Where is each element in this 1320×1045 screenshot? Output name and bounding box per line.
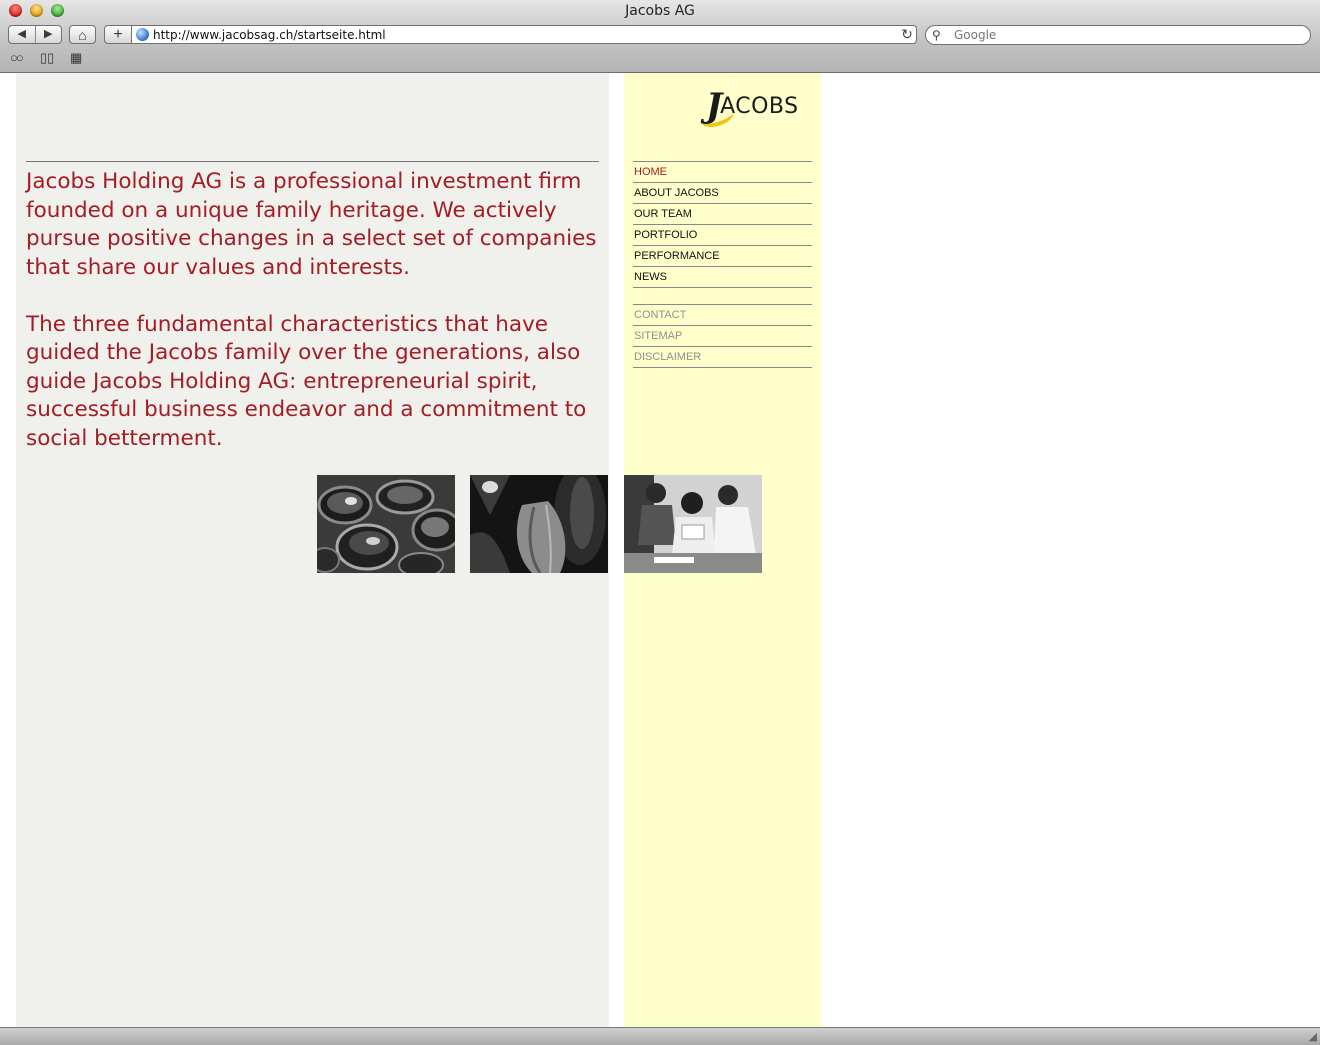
bookmarks-icon[interactable]: ▯▯ [40,50,54,66]
url-field[interactable]: http://www.jacobsag.ch/startseite.html [153,28,898,42]
reading-list-icon[interactable]: ○○ [10,50,24,65]
jacobs-logo[interactable]: J ACOBS [706,87,799,125]
forward-button[interactable]: ▶ [36,26,62,43]
resize-grip-icon[interactable]: ◢ [1309,1030,1317,1043]
globe-icon [136,28,149,41]
logo-initial: J [706,86,723,126]
team-meeting-photo [624,475,762,573]
main-nav: HOME ABOUT JACOBS OUR TEAM PORTFOLIO PER… [633,161,812,288]
search-icon[interactable]: ⚲ [932,28,952,42]
cocoa-pod-photo [470,475,608,573]
nav-item-contact[interactable]: CONTACT [633,305,812,326]
nav-item-our-team[interactable]: OUR TEAM [633,204,812,225]
browser-toolbar: Jacobs AG ◀ ▶ ⌂ + http://www.jacobsag.ch… [0,0,1320,73]
nav-item-disclaimer[interactable]: DISCLAIMER [633,347,812,368]
top-sites-icon[interactable]: ▦ [70,50,82,66]
search-input[interactable] [952,28,1310,42]
search-box[interactable]: ⚲ [925,25,1311,45]
intro-text: Jacobs Holding AG is a professional inve… [26,168,601,482]
nav-item-sitemap[interactable]: SITEMAP [633,326,812,347]
add-bookmark-button[interactable]: + [104,25,132,44]
pralines-photo [317,475,455,573]
intro-paragraph: Jacobs Holding AG is a professional inve… [26,169,597,280]
web-content: Jacobs Holding AG is a professional inve… [0,73,1320,1027]
window-title: Jacobs AG [625,3,695,19]
nav-item-home[interactable]: HOME [633,162,812,183]
utility-nav: CONTACT SITEMAP DISCLAIMER [633,304,812,368]
divider [26,161,599,162]
nav-item-performance[interactable]: PERFORMANCE [633,246,812,267]
back-button[interactable]: ◀ [9,26,36,43]
home-button[interactable]: ⌂ [69,25,96,44]
nav-item-news[interactable]: NEWS [633,267,812,288]
reload-icon[interactable]: ↻ [898,26,916,43]
nav-item-portfolio[interactable]: PORTFOLIO [633,225,812,246]
history-nav-group: ◀ ▶ [8,25,62,44]
nav-item-about-jacobs[interactable]: ABOUT JACOBS [633,183,812,204]
intro-paragraph: The three fundamental characteristics th… [26,311,587,451]
status-bar: ◢ [0,1027,1320,1045]
address-bar[interactable]: http://www.jacobsag.ch/startseite.html ↻ [131,25,917,44]
